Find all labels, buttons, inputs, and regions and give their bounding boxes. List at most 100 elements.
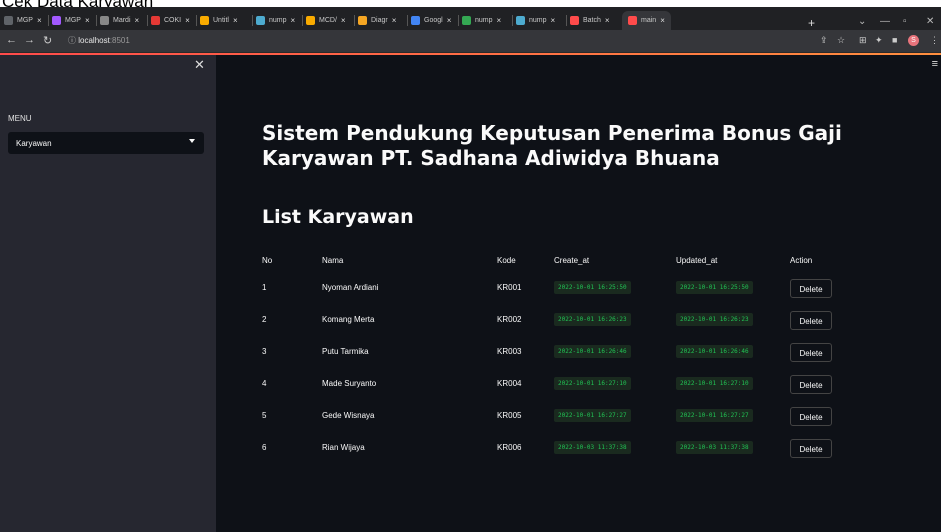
tab-separator	[354, 15, 355, 26]
row-updated-at: 2022-10-01 16:26:23	[676, 313, 753, 326]
browser-tab[interactable]: MGP ×	[4, 11, 42, 30]
page-title: Sistem Pendukung Keputusan Penerima Bonu…	[262, 121, 842, 170]
profile-avatar[interactable]: S	[908, 35, 919, 46]
close-tab-icon[interactable]: ×	[551, 16, 556, 25]
row-create-at: 2022-10-03 11:37:38	[554, 441, 631, 454]
delete-button[interactable]: Delete	[790, 279, 832, 298]
browser-tab-label: MCD/	[319, 17, 337, 24]
row-kode: KR006	[497, 443, 522, 452]
delete-button[interactable]: Delete	[790, 311, 832, 330]
browser-tab-label: nump	[269, 17, 287, 24]
puzzle-icon[interactable]: ✦	[875, 35, 883, 46]
row-kode: KR005	[497, 411, 522, 420]
new-tab-button[interactable]: +	[808, 16, 815, 30]
browser-tab-label: MGP	[17, 17, 33, 24]
info-icon: ⓘ	[68, 36, 76, 45]
minimize-icon[interactable]: —	[880, 16, 890, 27]
row-kode: KR002	[497, 315, 522, 324]
tab-separator	[147, 15, 148, 26]
close-tab-icon[interactable]: ×	[37, 16, 42, 25]
back-icon[interactable]: ←	[6, 34, 17, 46]
close-window-icon[interactable]: ✕	[926, 16, 934, 27]
browser-tab[interactable]: Diagr ×	[358, 11, 396, 30]
numpy-icon	[516, 16, 525, 25]
menu-selected-value: Karyawan	[16, 138, 52, 148]
close-sidebar-icon[interactable]: ✕	[194, 57, 205, 73]
row-no: 6	[262, 443, 267, 452]
diagram-icon	[358, 16, 367, 25]
column-header-action: Action	[790, 256, 813, 265]
browser-tab[interactable]: COKI ×	[151, 11, 190, 30]
browser-tab[interactable]: Googl ×	[411, 11, 451, 30]
extension-icon[interactable]: ⊞	[859, 35, 867, 46]
browser-tab-label: nump	[475, 17, 493, 24]
delete-button[interactable]: Delete	[790, 407, 832, 426]
colab-icon	[306, 16, 315, 25]
browser-menu-icon[interactable]: ⋮	[930, 35, 939, 46]
browser-tab[interactable]: MCD/ ×	[306, 11, 346, 30]
chevron-down-icon	[189, 139, 195, 143]
row-updated-at: 2022-10-01 16:27:27	[676, 409, 753, 422]
browser-tab-label: COKI	[164, 17, 182, 24]
close-tab-icon[interactable]: ×	[135, 16, 140, 25]
reload-icon[interactable]: ↻	[43, 34, 52, 47]
sidebar: ✕ MENU Karyawan	[0, 55, 216, 532]
url-field[interactable]: ⓘ localhost:8501	[68, 35, 130, 46]
maximize-icon[interactable]: ▫	[903, 16, 907, 27]
close-tab-icon[interactable]: ×	[392, 16, 397, 25]
figma-icon	[52, 16, 61, 25]
forward-icon[interactable]: →	[24, 34, 35, 46]
delete-button[interactable]: Delete	[790, 343, 832, 362]
share-icon[interactable]: ⇪	[820, 35, 828, 46]
browser-tab[interactable]: Untitl ×	[200, 11, 238, 30]
column-header-kode: Kode	[497, 256, 516, 265]
browser-tab[interactable]: main ×	[622, 11, 671, 30]
row-create-at: 2022-10-01 16:27:27	[554, 409, 631, 422]
browser-tab-label: Diagr	[371, 17, 388, 24]
streamlit-icon	[570, 16, 579, 25]
tab-separator	[196, 15, 197, 26]
colab-icon	[200, 16, 209, 25]
row-nama: Rian Wijaya	[322, 443, 365, 452]
browser-tab-label: nump	[529, 17, 547, 24]
bookmark-star-icon[interactable]: ☆	[837, 35, 845, 46]
row-updated-at: 2022-10-03 11:37:38	[676, 441, 753, 454]
tab-search-icon[interactable]: ⌄	[858, 16, 866, 27]
row-kode: KR004	[497, 379, 522, 388]
column-header-create-at: Create_at	[554, 256, 590, 265]
browser-tab[interactable]: nump ×	[516, 11, 555, 30]
close-tab-icon[interactable]: ×	[605, 16, 610, 25]
browser-tab[interactable]: Batch ×	[570, 11, 610, 30]
row-create-at: 2022-10-01 16:26:23	[554, 313, 631, 326]
delete-button[interactable]: Delete	[790, 375, 832, 394]
browser-tab[interactable]: nump ×	[256, 11, 295, 30]
row-updated-at: 2022-10-01 16:25:50	[676, 281, 753, 294]
globe-icon	[100, 16, 109, 25]
youtube-icon	[151, 16, 160, 25]
browser-tab[interactable]: Mardi ×	[100, 11, 139, 30]
row-no: 4	[262, 379, 267, 388]
browser-tab-label: MGP	[65, 17, 81, 24]
tab-separator	[302, 15, 303, 26]
close-tab-icon[interactable]: ×	[185, 16, 190, 25]
close-tab-icon[interactable]: ×	[660, 16, 665, 25]
tab-separator	[512, 15, 513, 26]
browser-tab-label: Mardi	[113, 17, 131, 24]
close-tab-icon[interactable]: ×	[291, 16, 296, 25]
row-kode: KR003	[497, 347, 522, 356]
menu-label: MENU	[8, 114, 32, 123]
browser-tab[interactable]: MGP ×	[52, 11, 90, 30]
close-tab-icon[interactable]: ×	[497, 16, 502, 25]
hamburger-menu-icon[interactable]: ≡	[932, 58, 938, 70]
close-tab-icon[interactable]: ×	[341, 16, 346, 25]
delete-button[interactable]: Delete	[790, 439, 832, 458]
row-no: 5	[262, 411, 267, 420]
row-create-at: 2022-10-01 16:25:50	[554, 281, 631, 294]
close-tab-icon[interactable]: ×	[447, 16, 452, 25]
numpy-icon	[256, 16, 265, 25]
close-tab-icon[interactable]: ×	[233, 16, 238, 25]
sidebar-panel-icon[interactable]: ■	[892, 35, 897, 45]
close-tab-icon[interactable]: ×	[85, 16, 90, 25]
browser-tab[interactable]: nump ×	[462, 11, 501, 30]
menu-select[interactable]: Karyawan	[8, 132, 204, 154]
